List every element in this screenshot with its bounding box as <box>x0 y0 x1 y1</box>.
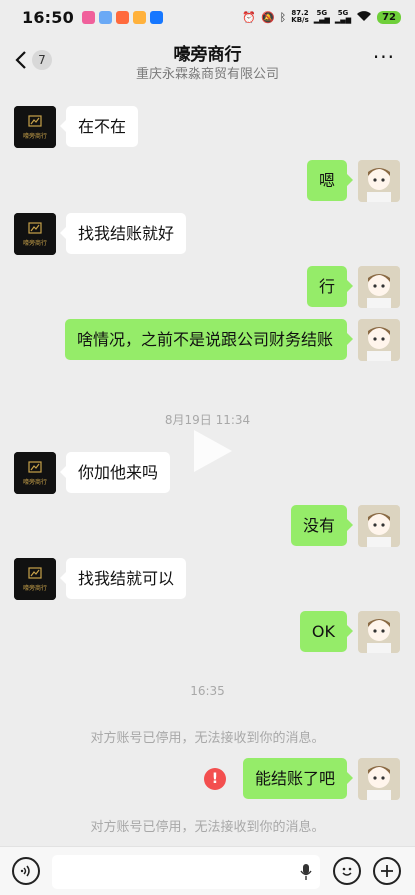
sent-message-bubble[interactable]: 行 <box>306 266 354 307</box>
timestamp: 8月19日 11:34 <box>164 413 251 427</box>
received-message-bubble[interactable]: 找我结就可以 <box>59 558 187 599</box>
wifi-icon <box>356 10 372 25</box>
sent-message-bubble[interactable]: 没有 <box>290 505 354 546</box>
app-notification-icon <box>132 10 146 24</box>
received-message-bubble[interactable]: 找我结账就好 <box>59 213 187 254</box>
alarm-icon: ⏰ <box>242 10 256 24</box>
status-time: 16:50 <box>22 7 74 27</box>
sent-message-bubble[interactable]: 能结账了吧 <box>242 758 354 799</box>
received-message-bubble[interactable]: 你加他来吗 <box>59 452 171 493</box>
received-message-bubble[interactable]: 在不在 <box>59 106 139 147</box>
my-avatar[interactable] <box>358 505 400 547</box>
app-notification-icon <box>149 10 163 24</box>
app-notification-icon <box>98 10 112 24</box>
logo-text: 嚎旁商行 <box>23 478 47 486</box>
sent-message-bubble[interactable]: 嗯 <box>306 160 354 201</box>
voice-toggle-button[interactable] <box>12 857 40 885</box>
my-avatar[interactable] <box>358 319 400 361</box>
sent-message-bubble[interactable]: OK <box>299 611 354 652</box>
more-options-button[interactable]: ··· <box>373 47 395 67</box>
notification-icons <box>81 10 163 24</box>
logo-text: 嚎旁商行 <box>23 239 47 247</box>
my-avatar[interactable] <box>358 160 400 202</box>
chat-title: 嚎旁商行 <box>173 45 242 65</box>
chat-header: 7 嚎旁商行 重庆永霖淼商贸有限公司 ··· <box>0 34 415 86</box>
my-avatar[interactable] <box>358 611 400 653</box>
contact-avatar[interactable]: 嚎旁商行 <box>14 106 56 148</box>
message-row: 行 <box>0 266 415 314</box>
signal-1: 5G ▂▄▆ <box>313 9 330 24</box>
system-icons: ⏰ 🔕 ᛒ 87.2 KB/s 5G ▂▄▆ 5G ▂▄▆ 72 <box>242 10 401 25</box>
mute-icon: 🔕 <box>260 10 275 24</box>
system-notice: 对方账号已停用，无法接收到你的消息。 <box>90 731 325 746</box>
contact-avatar[interactable]: 嚎旁商行 <box>14 558 56 600</box>
input-bar <box>0 846 415 895</box>
chat-subtitle: 重庆永霖淼商贸有限公司 <box>135 67 279 82</box>
app-notification-icon <box>81 10 95 24</box>
message-row: OK <box>0 611 415 659</box>
status-bar: 16:50 ⏰ 🔕 ᛒ 87.2 KB/s 5G ▂▄▆ 5G ▂▄▆ 72 <box>0 0 415 34</box>
message-row: ! 能结账了吧 <box>0 758 415 806</box>
signal-2-label: 5G <box>337 9 349 17</box>
logo-text: 嚎旁商行 <box>23 132 47 140</box>
message-row: 嚎旁商行 你加他来吗 <box>0 452 415 500</box>
message-row: 啥情况，之前不是说跟公司财务结账 <box>0 319 415 383</box>
net-speed: 87.2 KB/s <box>291 10 308 24</box>
voice-icon <box>20 865 30 877</box>
plus-icon <box>381 865 393 877</box>
signal-2: 5G ▂▄▆ <box>334 9 352 24</box>
logo-text: 嚎旁商行 <box>23 584 47 592</box>
my-avatar[interactable] <box>358 758 400 800</box>
net-speed-unit: KB/s <box>291 16 309 24</box>
battery-indicator: 72 <box>377 10 401 24</box>
microphone-icon[interactable] <box>300 863 312 881</box>
emoji-icon <box>342 867 352 876</box>
my-avatar[interactable] <box>358 266 400 308</box>
message-row: 嚎旁商行 找我结账就好 <box>0 213 415 261</box>
contact-avatar[interactable]: 嚎旁商行 <box>14 213 56 255</box>
signal-1-label: 5G <box>316 9 328 17</box>
send-failed-icon[interactable]: ! <box>204 768 226 790</box>
message-input[interactable] <box>52 855 320 889</box>
message-row: 嚎旁商行 在不在 <box>0 106 415 154</box>
bluetooth-icon: ᛒ <box>279 10 287 24</box>
message-row: 没有 <box>0 505 415 553</box>
message-row: 嗯 <box>0 160 415 208</box>
message-row: 嚎旁商行 找我结就可以 <box>0 558 415 606</box>
app-notification-icon <box>115 10 129 24</box>
more-functions-button[interactable] <box>373 857 401 885</box>
timestamp: 16:35 <box>190 684 225 698</box>
sent-message-bubble[interactable]: 啥情况，之前不是说跟公司财务结账 <box>65 319 353 360</box>
emoji-button[interactable] <box>333 857 361 885</box>
contact-avatar[interactable]: 嚎旁商行 <box>14 452 56 494</box>
system-notice: 对方账号已停用，无法接收到你的消息。 <box>90 820 325 835</box>
